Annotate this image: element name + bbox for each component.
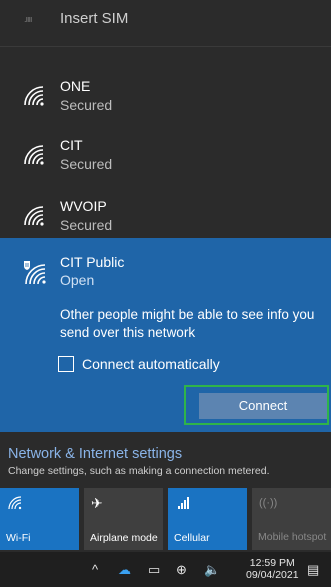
network-settings-description: Change settings, such as making a connec… [8,465,270,477]
airplane-mode-toggle[interactable]: ✈ Airplane mode [84,488,163,550]
date: 09/04/2021 [246,569,299,581]
connect-automatically-label[interactable]: Connect automatically [82,356,220,372]
sim-row: .ıııı Insert SIM [0,0,331,46]
taskbar: ^ ☁ ▭ ⊕ 🔈 12:59 PM 09/04/2021 ▤ [0,552,331,587]
sim-label: Insert SIM [60,10,129,27]
tile-label: Airplane mode [90,532,158,544]
network-item-cit-public[interactable]: CIT Public Open Other people might be ab… [0,238,331,432]
network-status: Open [60,272,95,288]
cellular-icon [178,497,189,509]
tile-label: Mobile hotspot [258,531,327,543]
chevron-up-icon[interactable]: ^ [92,562,98,577]
network-name: WVOIP [60,198,107,214]
network-name: ONE [60,78,91,94]
connect-automatically-checkbox[interactable] [58,356,74,372]
notifications-icon[interactable]: ▤ [307,562,319,578]
onedrive-icon[interactable]: ☁ [118,562,131,578]
battery-icon[interactable]: ▭ [148,562,160,578]
security-warning: Other people might be able to see info y… [60,307,315,340]
network-name: CIT Public [60,254,125,270]
divider [0,46,331,47]
wifi-icon [24,145,44,165]
hotspot-icon: ((·)) [259,497,278,509]
network-item-cit[interactable]: CIT Secured [0,129,331,187]
network-item-one[interactable]: ONE Secured [0,70,331,128]
cellular-signal-icon: .ıııı [24,14,32,24]
cellular-toggle[interactable]: Cellular [168,488,247,550]
wifi-toggle[interactable]: Wi-Fi [0,488,79,550]
network-name: CIT [60,137,83,153]
wifi-shield-icon [24,261,46,285]
clock[interactable]: 12:59 PM 09/04/2021 [246,557,299,581]
globe-icon[interactable]: ⊕ [176,562,187,578]
tile-label: Cellular [174,532,210,544]
wifi-icon [8,496,22,510]
mobile-hotspot-toggle[interactable]: ((·)) Mobile hotspot [252,488,331,550]
connect-button[interactable]: Connect [199,393,327,419]
speaker-icon[interactable]: 🔈 [204,562,220,578]
network-status: Secured [60,156,113,172]
network-settings-link[interactable]: Network & Internet settings [8,446,182,462]
wifi-icon [24,206,44,226]
connect-highlight: Connect [184,385,329,425]
network-settings[interactable]: Network & Internet settings Change setti… [0,432,331,488]
network-status: Secured [60,97,113,113]
wifi-icon [24,86,44,106]
network-flyout: .ıııı Insert SIM ONE Secured CIT Secured… [0,0,331,587]
quick-actions: Wi-Fi ✈ Airplane mode Cellular ((·)) Mob… [0,488,331,550]
airplane-icon: ✈ [91,495,103,511]
time: 12:59 PM [249,557,295,569]
tile-label: Wi-Fi [6,532,31,544]
network-status: Secured [60,217,113,233]
